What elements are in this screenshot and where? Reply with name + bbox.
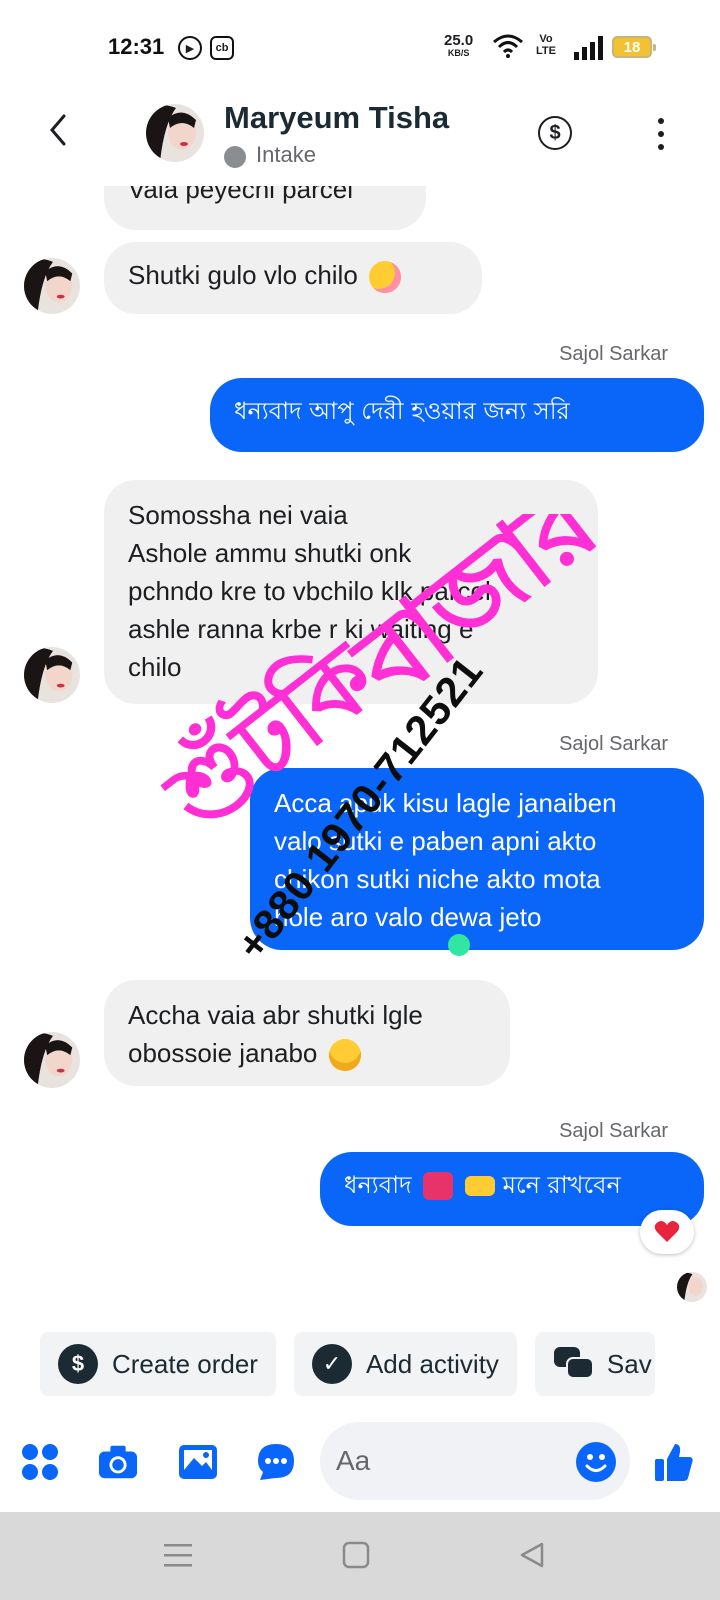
contact-status[interactable]: Intake	[256, 142, 316, 168]
message-text: Vaia peyechi parcel	[128, 186, 353, 204]
media-play-icon: ▶	[178, 36, 202, 60]
message-line: Accha vaia abr shutki lgle	[128, 1000, 423, 1030]
volte-bottom: LTE	[536, 45, 556, 57]
message-text: মনে রাখবেন	[502, 1171, 621, 1199]
message-text: ধন্যবাদ আপু দেরী হওয়ার জন্য সরি	[234, 397, 570, 425]
system-nav-bar	[0, 1512, 720, 1600]
smiley-icon	[585, 1454, 607, 1472]
chevron-left-icon	[50, 114, 66, 146]
clock: 12:31	[108, 34, 165, 59]
contact-avatar-small	[24, 647, 80, 703]
sender-name: Sajol Sarkar	[559, 1120, 668, 1142]
message-outgoing[interactable]: Acca apuk kisu lagle janaiben valo sutki…	[250, 768, 704, 950]
triangle-back-icon	[520, 1542, 544, 1568]
status-dot	[224, 146, 246, 168]
dollar-icon: $	[58, 1344, 98, 1384]
quick-reply-button[interactable]	[256, 1442, 296, 1482]
message-incoming[interactable]: Accha vaia abr shutki lgle obossoie jana…	[104, 980, 510, 1086]
network-speed-unit: KB/S	[447, 48, 470, 58]
volte-top: Vo	[539, 33, 553, 45]
message-line: chilo	[128, 652, 182, 682]
sender-name: Sajol Sarkar	[559, 733, 668, 755]
composer	[0, 1420, 720, 1504]
emoji-button[interactable]	[576, 1442, 616, 1482]
message-line: Ashole ammu shutki onk	[128, 538, 412, 568]
avatar-photo	[677, 1272, 707, 1302]
volte-indicator: Vo LTE	[536, 33, 556, 57]
chat-dots-icon	[258, 1444, 294, 1480]
message-input-wrap	[320, 1422, 630, 1500]
recents-button[interactable]	[158, 1538, 198, 1572]
thumbs-up-icon	[655, 1444, 693, 1481]
signal-icon	[574, 36, 603, 60]
battery-icon: 18	[612, 36, 656, 58]
dot	[658, 131, 664, 137]
message-line: Somossha nei vaia	[128, 500, 348, 530]
message-incoming[interactable]: Shutki gulo vlo chilo	[104, 242, 482, 314]
camera-button[interactable]	[98, 1442, 138, 1482]
online-indicator-dot	[448, 934, 470, 956]
payment-button[interactable]: $	[538, 116, 572, 150]
contact-name[interactable]: Maryeum Tisha	[224, 100, 449, 136]
chip-label: Sav	[606, 1348, 652, 1379]
avatar-photo	[146, 104, 204, 162]
network-speed: 25.0 KB/S	[444, 33, 473, 60]
create-order-button[interactable]: $ Create order	[40, 1332, 276, 1396]
seen-avatar	[677, 1272, 707, 1302]
square-icon	[342, 1541, 370, 1569]
dot	[658, 118, 664, 124]
reaction-badge[interactable]	[640, 1210, 694, 1254]
chip-label: Create order	[112, 1348, 258, 1379]
camera-icon	[98, 1445, 138, 1479]
apps-button[interactable]	[20, 1442, 60, 1482]
back-nav-button[interactable]	[512, 1538, 552, 1572]
message-outgoing[interactable]: ধন্যবাদ আপু দেরী হওয়ার জন্য সরি	[210, 378, 704, 452]
message-input[interactable]	[336, 1422, 556, 1500]
sender-name: Sajol Sarkar	[559, 343, 668, 365]
quick-actions: $ Create order ✓ Add activity Sav	[40, 1332, 673, 1396]
chat-header: Maryeum Tisha Intake $	[0, 96, 720, 186]
check-icon: ✓	[311, 1344, 352, 1384]
gallery-button[interactable]	[178, 1442, 218, 1482]
message-line: Acca apuk kisu lagle janaiben	[274, 788, 617, 818]
avatar-photo	[24, 258, 80, 314]
heart-gift-icon	[423, 1172, 454, 1200]
like-button[interactable]	[654, 1442, 694, 1482]
cb-app-icon: cb	[210, 36, 234, 60]
image-icon	[179, 1445, 217, 1479]
contact-avatar-small	[24, 258, 80, 314]
red-heart-icon	[654, 1221, 680, 1242]
message-text: ধন্যবাদ	[344, 1171, 412, 1199]
contact-avatar-small	[24, 1032, 80, 1088]
add-activity-button[interactable]: ✓ Add activity	[293, 1332, 517, 1396]
more-options-button[interactable]	[646, 114, 676, 154]
message-line: valo sutki e paben apni akto	[274, 826, 597, 856]
contact-avatar[interactable]	[146, 104, 204, 162]
home-button[interactable]	[336, 1538, 376, 1572]
message-line: pchndo kre to vbchilo klk parcel	[128, 576, 491, 606]
chat-bubbles-icon	[553, 1347, 594, 1379]
pointing-right-icon	[464, 1176, 495, 1196]
smiling-face-icon	[328, 1039, 361, 1072]
chip-label: Add activity	[365, 1348, 499, 1379]
wifi-icon	[493, 34, 523, 58]
avatar-photo	[24, 1032, 80, 1088]
message-text: Shutki gulo vlo chilo	[128, 260, 358, 290]
avatar-photo	[24, 647, 80, 703]
message-line: obossoie janabo	[128, 1038, 318, 1068]
message-line: hole aro valo dewa jeto	[274, 902, 542, 932]
dot	[658, 144, 664, 150]
status-bar: 12:31 ▶ cb 25.0 KB/S Vo LTE 18	[0, 0, 720, 96]
smiling-face-with-hearts-icon	[369, 261, 402, 294]
message-incoming[interactable]: Vaia peyechi parcel	[104, 186, 426, 230]
message-incoming[interactable]: Somossha nei vaia Ashole ammu shutki onk…	[104, 480, 598, 704]
back-button[interactable]	[40, 112, 76, 148]
scroll-clip: Vaia peyechi parcel	[0, 186, 720, 236]
message-line: chikon sutki niche akto mota	[274, 864, 601, 894]
message-line: ashle ranna krbe r ki waiting e	[128, 614, 474, 644]
menu-lines-icon	[164, 1544, 192, 1567]
four-dots-icon	[22, 1444, 58, 1480]
saved-replies-button[interactable]: Sav	[534, 1332, 655, 1396]
